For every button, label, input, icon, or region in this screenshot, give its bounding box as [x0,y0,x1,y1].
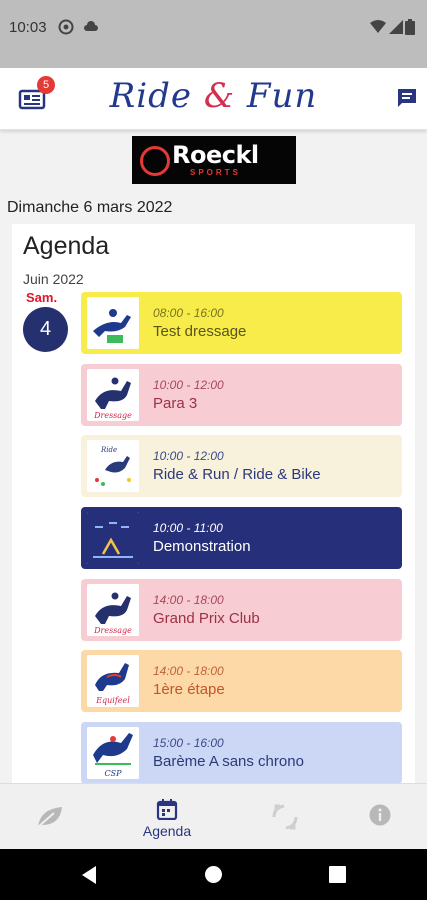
app-title-fun: Fun [246,76,318,116]
event-time: 08:00 - 16:00 [153,306,224,320]
event-time: 10:00 - 12:00 [153,378,224,392]
svg-text:Dressage: Dressage [93,626,132,635]
day-name: Sam. [26,290,58,305]
nav-item-info[interactable] [350,784,410,850]
nav-item-rotate[interactable] [256,784,316,850]
status-bar: 10:03 [0,0,427,68]
back-icon[interactable] [80,865,98,885]
status-time: 10:03 [9,19,47,36]
dressage-horse-icon: Dressage [87,369,139,421]
event-card[interactable]: Dressage 14:00 - 18:00 Grand Prix Club [81,579,402,641]
chat-icon[interactable] [396,87,418,109]
event-time: 10:00 - 12:00 [153,449,224,463]
event-card[interactable]: Dressage 10:00 - 12:00 Para 3 [81,364,402,426]
app-title-ride: Ride [109,76,193,116]
sponsor-tagline: SPORTS [190,168,241,177]
nav-label-agenda: Agenda [142,823,192,839]
sponsor-logo-icon [140,146,170,176]
recents-icon[interactable] [329,866,346,883]
sponsor-banner[interactable]: Roeckl SPORTS [132,136,296,184]
rotate-icon [272,804,298,830]
csp-jumping-icon: CSP [87,727,139,779]
nav-item-agenda[interactable]: Agenda [130,784,204,850]
event-time: 10:00 - 11:00 [153,521,223,535]
event-title: Demonstration [153,538,251,555]
calendar-icon [156,799,178,820]
wifi-icon [370,20,386,33]
demonstration-icon [87,512,139,564]
event-title: Ride & Run / Ride & Bike [153,466,321,483]
nav-item-leaf[interactable] [20,784,80,850]
event-time: 14:00 - 18:00 [153,664,224,678]
agenda-card: Agenda Juin 2022 Sam. 4 08:00 - 16:00 Tes… [12,224,415,784]
event-card[interactable]: 10:00 - 11:00 Demonstration [81,507,402,569]
event-time: 14:00 - 18:00 [153,593,224,607]
signal-icon [389,20,403,34]
equifeel-horse-icon: Equifeel [87,655,139,707]
app-title: Ride & Fun [0,76,427,116]
bottom-nav: Agenda [0,783,427,849]
event-time: 15:00 - 16:00 [153,736,224,750]
event-card[interactable]: 08:00 - 16:00 Test dressage [81,292,402,354]
battery-icon [405,19,415,35]
event-title: Barème A sans chrono [153,753,304,770]
event-title: 1ère étape [153,681,225,698]
agenda-month: Juin 2022 [23,271,84,287]
event-card[interactable]: Ride 10:00 - 12:00 Ride & Run / Ride & Bik… [81,435,402,497]
app-bar: 5 Ride & Fun [0,68,427,130]
svg-text:CSP: CSP [105,769,123,778]
app-title-amp: & [203,76,236,116]
agenda-title: Agenda [23,232,110,260]
cce-horse-icon [87,297,139,349]
svg-text:Ride: Ride [100,446,117,454]
info-icon [369,804,391,826]
event-card[interactable]: CSP 15:00 - 16:00 Barème A sans chrono [81,722,402,784]
sync-icon [58,19,74,35]
leaf-icon [37,807,62,828]
svg-text:Equifeel: Equifeel [95,696,130,705]
event-card[interactable]: Equifeel 14:00 - 18:00 1ère étape [81,650,402,712]
event-title: Grand Prix Club [153,610,260,627]
sponsor-name: Roeckl [172,141,259,169]
dressage-horse-icon: Dressage [87,584,139,636]
event-title: Para 3 [153,395,198,412]
cloud-icon [84,21,98,31]
day-number: 4 [23,307,68,352]
system-nav-bar [0,849,427,900]
svg-text:Dressage: Dressage [93,411,132,420]
event-title: Test dressage [153,323,247,340]
current-date: Dimanche 6 mars 2022 [7,199,173,216]
home-icon[interactable] [204,865,223,884]
ride-run-icon: Ride [87,440,139,492]
